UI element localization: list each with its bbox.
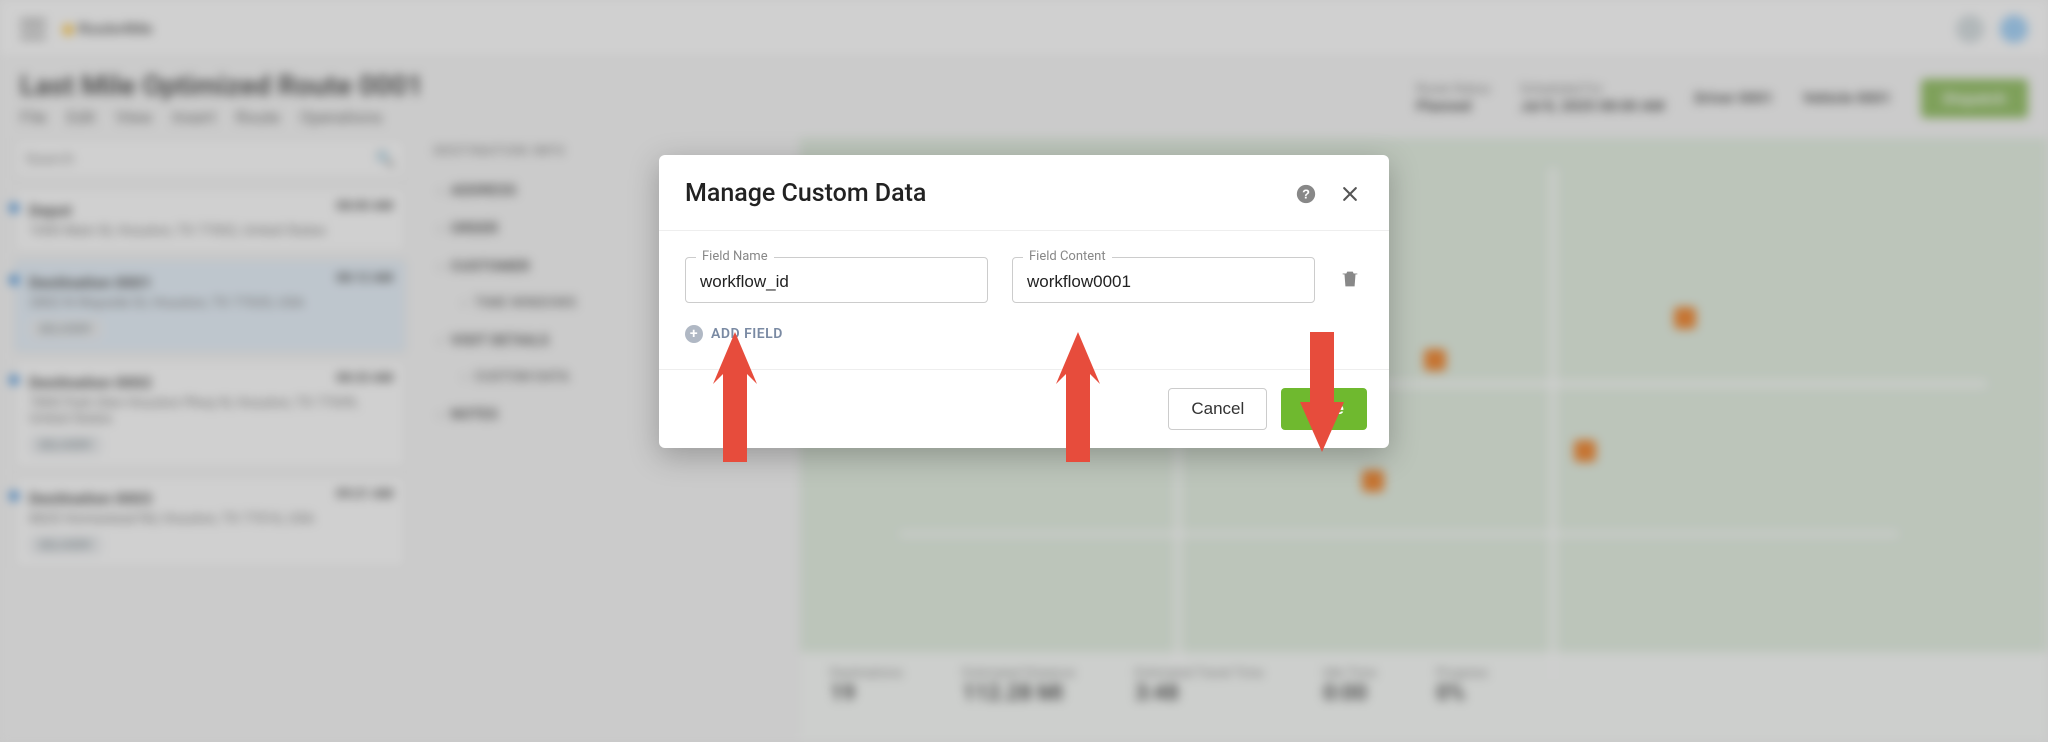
field-content-input-wrap: Field Content (1012, 257, 1315, 303)
delete-row-icon[interactable] (1339, 268, 1363, 292)
field-name-label: Field Name (696, 249, 774, 264)
add-field-button[interactable]: + ADD FIELD (685, 325, 1363, 343)
field-content-input[interactable] (1027, 272, 1300, 292)
field-name-input-wrap: Field Name (685, 257, 988, 303)
svg-text:?: ? (1302, 186, 1310, 201)
annotation-arrow-down (1292, 332, 1352, 452)
manage-custom-data-modal: Manage Custom Data ? Field Name Field Co… (659, 155, 1389, 448)
help-icon[interactable]: ? (1293, 181, 1319, 207)
modal-overlay: Manage Custom Data ? Field Name Field Co… (0, 0, 2048, 742)
annotation-arrow-up (705, 332, 765, 462)
modal-title: Manage Custom Data (685, 179, 926, 208)
annotation-arrow-up (1048, 332, 1108, 462)
cancel-button[interactable]: Cancel (1168, 388, 1267, 430)
field-name-input[interactable] (700, 272, 973, 292)
close-icon[interactable] (1337, 181, 1363, 207)
field-content-label: Field Content (1023, 249, 1112, 264)
plus-icon: + (685, 325, 703, 343)
